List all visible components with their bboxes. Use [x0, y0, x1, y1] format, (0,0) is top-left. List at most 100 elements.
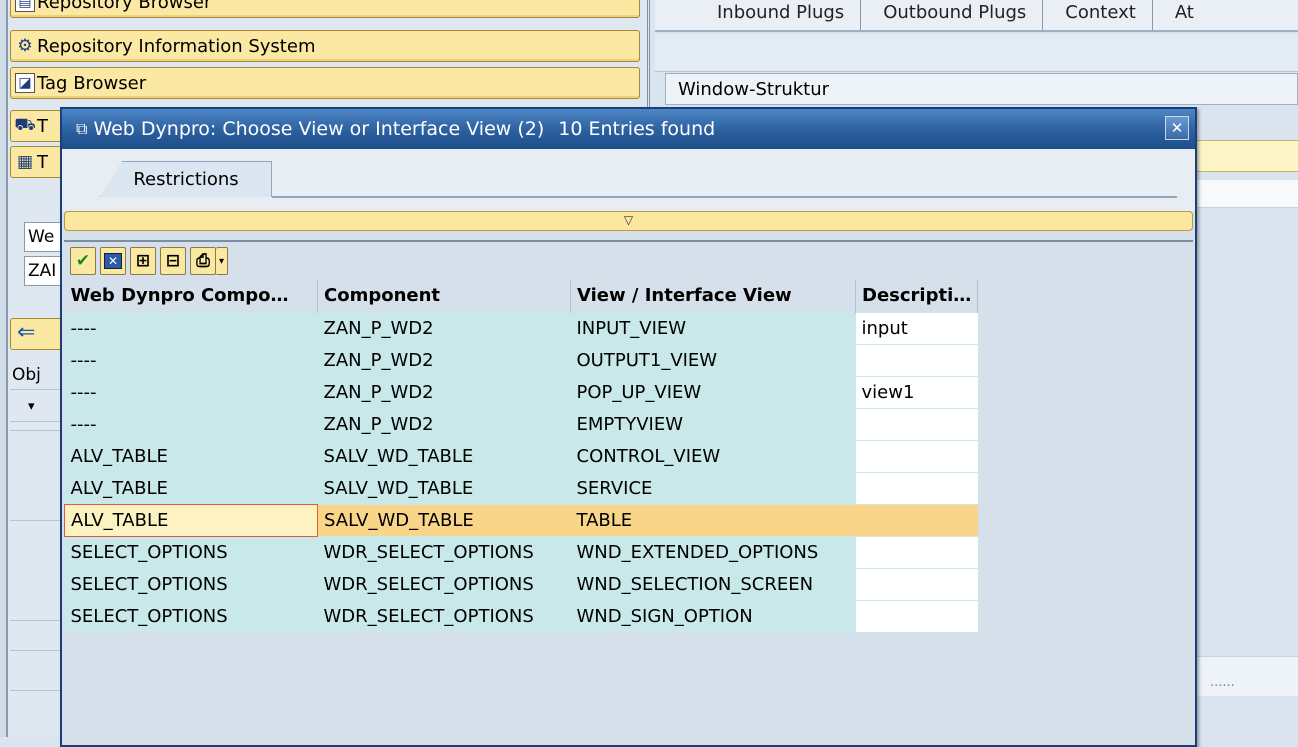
- hit-list-area: ✔ ✕ ⊞ ⊟ ⎙ ▾ Web Dynpro Compo… Component …: [64, 240, 1193, 745]
- cell-view: INPUT_VIEW: [570, 311, 856, 344]
- pane-border: [0, 0, 8, 737]
- choose-view-dialog: ⧉ Web Dynpro: Choose View or Interface V…: [60, 107, 1197, 747]
- tree-expand-icon[interactable]: ▾: [10, 392, 60, 422]
- cell-description: input: [855, 311, 978, 344]
- table-header-row: Web Dynpro Compo… Component View / Inter…: [64, 280, 979, 312]
- back-arrow-icon[interactable]: ⇐: [10, 318, 62, 350]
- tab-outbound-plugs[interactable]: Outbound Plugs: [860, 0, 1042, 30]
- column-header-description[interactable]: Descripti…: [855, 280, 979, 312]
- cell-view: WND_EXTENDED_OPTIONS: [570, 535, 856, 568]
- tag-browser-button[interactable]: ◪ Tag Browser: [10, 67, 640, 99]
- editor-tabstrip: Inbound Plugs Outbound Plugs Context At: [655, 0, 1298, 32]
- cell-component: ZAN_P_WD2: [317, 375, 571, 408]
- cell-description: [855, 471, 978, 504]
- tab-context[interactable]: Context: [1042, 0, 1152, 30]
- cell-wd-component: ----: [64, 375, 318, 408]
- template-icon: ▦: [16, 152, 34, 172]
- print-icon[interactable]: ⎙: [190, 247, 216, 275]
- cell-description: [855, 535, 978, 568]
- cell-wd-component: ----: [64, 343, 318, 376]
- cell-view: OUTPUT1_VIEW: [570, 343, 856, 376]
- object-type-input[interactable]: We: [24, 222, 64, 252]
- cell-view: WND_SELECTION_SCREEN: [570, 567, 856, 600]
- editor-lower-panel: ......: [1190, 656, 1298, 696]
- cell-description: [855, 439, 978, 472]
- object-list-header: Obj: [10, 360, 60, 390]
- repository-browser-icon: ▤: [15, 0, 35, 12]
- table-row[interactable]: ---- ZAN_P_WD2 EMPTYVIEW: [64, 407, 978, 440]
- dialog-title-bar: ⧉ Web Dynpro: Choose View or Interface V…: [62, 109, 1195, 149]
- cell-view: EMPTYVIEW: [570, 407, 856, 440]
- window-structure-header: Window-Struktur: [665, 73, 1298, 105]
- cell-description: [855, 599, 978, 632]
- hit-list-toolbar: ✔ ✕ ⊞ ⊟ ⎙ ▾: [64, 242, 1193, 280]
- cell-wd-component: SELECT_OPTIONS: [64, 535, 318, 568]
- cell-description: view1: [855, 375, 978, 408]
- editor-white-row: [1190, 180, 1298, 208]
- cell-component: ZAN_P_WD2: [317, 343, 571, 376]
- cell-wd-component: ----: [64, 311, 318, 344]
- column-header-component[interactable]: Component: [317, 280, 571, 312]
- cell-view: SERVICE: [570, 471, 856, 504]
- cell-view: CONTROL_VIEW: [570, 439, 856, 472]
- cell-component: WDR_SELECT_OPTIONS: [317, 535, 571, 568]
- repository-info-system-button[interactable]: ⚙ Repository Information System: [10, 30, 640, 62]
- cell-wd-component: SELECT_OPTIONS: [64, 567, 318, 600]
- transport-icon: ⛟: [14, 115, 36, 135]
- editor-toolbar-area: [655, 34, 1298, 72]
- cell-description: [855, 407, 978, 440]
- cell-wd-component: SELECT_OPTIONS: [64, 599, 318, 632]
- cell-component: WDR_SELECT_OPTIONS: [317, 599, 571, 632]
- cell-component: SALV_WD_TABLE: [317, 503, 571, 536]
- tag-browser-icon: ◪: [15, 73, 35, 93]
- table-row[interactable]: ---- ZAN_P_WD2 OUTPUT1_VIEW: [64, 343, 978, 376]
- cell-component: ZAN_P_WD2: [317, 407, 571, 440]
- transport-organizer-button[interactable]: ⛟ T: [10, 110, 62, 142]
- restrictions-area: Restrictions: [62, 149, 1195, 211]
- editor-yellow-row: [1190, 140, 1298, 172]
- collapse-restrictions-bar[interactable]: ▽: [64, 211, 1193, 231]
- table-row[interactable]: ---- ZAN_P_WD2 POP_UP_VIEW view1: [64, 375, 978, 408]
- dialog-title: Web Dynpro: Choose View or Interface Vie…: [93, 118, 545, 140]
- table-row[interactable]: SELECT_OPTIONS WDR_SELECT_OPTIONS WND_SE…: [64, 567, 978, 600]
- table-row[interactable]: ALV_TABLE SALV_WD_TABLE SERVICE: [64, 471, 978, 504]
- cell-component: ZAN_P_WD2: [317, 311, 571, 344]
- print-dropdown-icon[interactable]: ▾: [216, 247, 228, 275]
- find-next-icon[interactable]: ⊟: [160, 247, 186, 275]
- find-icon[interactable]: ⊞: [130, 247, 156, 275]
- cell-view: WND_SIGN_OPTION: [570, 599, 856, 632]
- cell-description: [855, 567, 978, 600]
- column-header-wd-component[interactable]: Web Dynpro Compo…: [64, 280, 318, 312]
- tab-underline: [272, 196, 1177, 198]
- hit-list-table: Web Dynpro Compo… Component View / Inter…: [64, 280, 979, 632]
- cell-view: TABLE: [570, 503, 856, 536]
- tab-restrictions[interactable]: Restrictions: [100, 161, 272, 197]
- table-row-selected[interactable]: ALV_TABLE SALV_WD_TABLE TABLE: [64, 503, 978, 537]
- tab-attributes[interactable]: At: [1151, 0, 1210, 30]
- table-row[interactable]: SELECT_OPTIONS WDR_SELECT_OPTIONS WND_EX…: [64, 535, 978, 568]
- cell-wd-component: ALV_TABLE: [64, 439, 318, 472]
- info-system-icon: ⚙: [17, 36, 33, 56]
- ok-icon[interactable]: ✔: [70, 247, 96, 275]
- cell-view: POP_UP_VIEW: [570, 375, 856, 408]
- cell-component: SALV_WD_TABLE: [317, 471, 571, 504]
- cell-description: [855, 503, 978, 536]
- cell-description: [855, 343, 978, 376]
- close-icon[interactable]: ✕: [1165, 116, 1189, 140]
- cell-wd-component: ALV_TABLE: [64, 503, 318, 537]
- template-button[interactable]: ▦ T: [10, 146, 62, 178]
- table-row[interactable]: SELECT_OPTIONS WDR_SELECT_OPTIONS WND_SI…: [64, 599, 978, 632]
- table-row[interactable]: ALV_TABLE SALV_WD_TABLE CONTROL_VIEW: [64, 439, 978, 472]
- entries-count: 10 Entries found: [558, 118, 716, 140]
- cancel-icon[interactable]: ✕: [100, 247, 126, 275]
- column-header-view[interactable]: View / Interface View: [570, 280, 856, 312]
- cell-component: SALV_WD_TABLE: [317, 439, 571, 472]
- cell-wd-component: ----: [64, 407, 318, 440]
- object-name-input[interactable]: ZAI: [24, 256, 64, 286]
- cell-component: WDR_SELECT_OPTIONS: [317, 567, 571, 600]
- cell-wd-component: ALV_TABLE: [64, 471, 318, 504]
- repository-browser-button[interactable]: ▤ Repository Browser: [10, 0, 640, 18]
- tab-inbound-plugs[interactable]: Inbound Plugs: [695, 0, 860, 30]
- table-row[interactable]: ---- ZAN_P_WD2 INPUT_VIEW input: [64, 311, 978, 344]
- dialog-window-icon: ⧉: [76, 119, 88, 138]
